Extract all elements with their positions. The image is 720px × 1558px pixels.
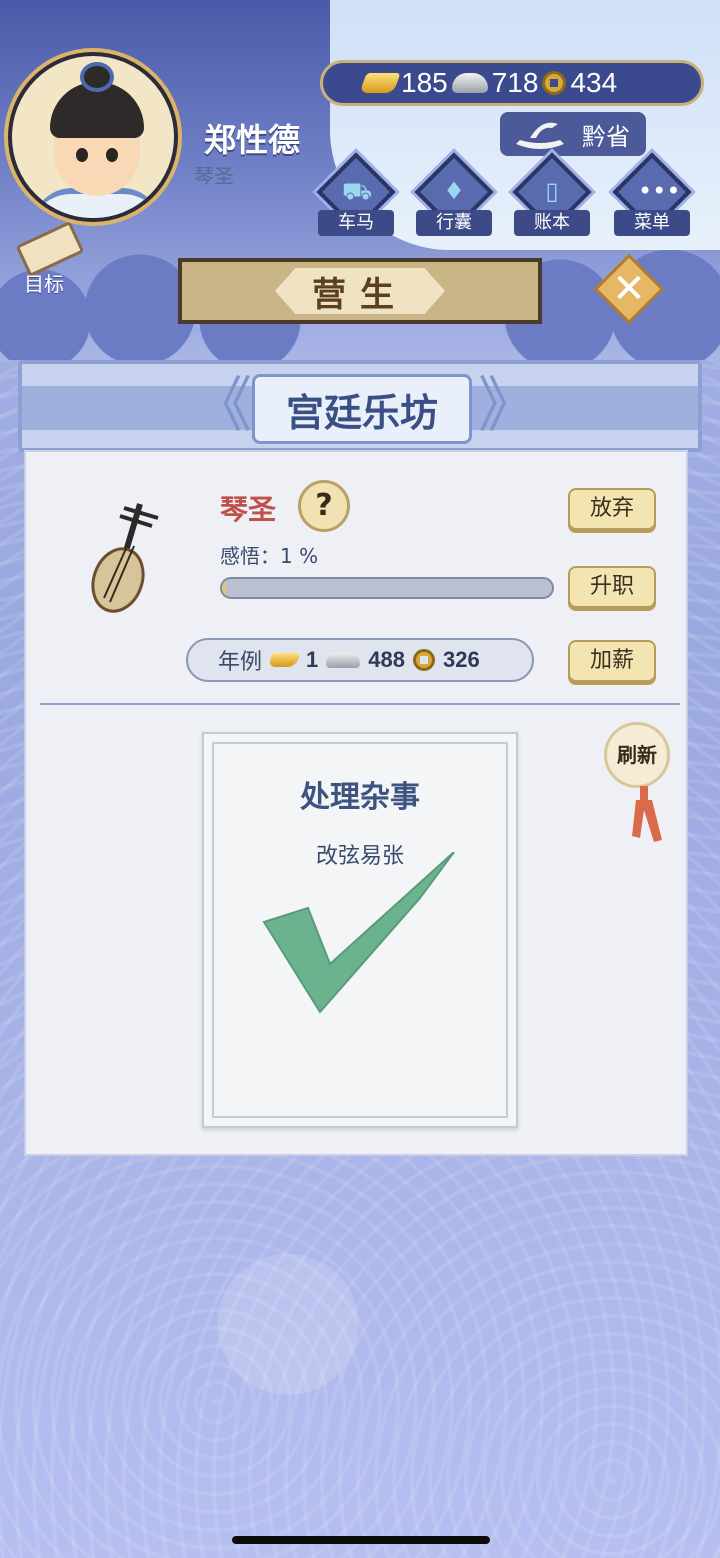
task-title: 处理杂事 xyxy=(300,780,420,815)
gold-ingot-icon xyxy=(359,73,401,93)
player-title: 琴圣 xyxy=(194,164,234,188)
coin-amount: 434 xyxy=(570,67,618,98)
refresh-button[interactable]: 刷新 xyxy=(604,722,670,788)
task-card[interactable]: 处理杂事 改弦易张 xyxy=(202,732,518,1128)
nav-carriage-label: 车马 xyxy=(318,210,394,236)
panel-title: 宫廷乐坊 xyxy=(252,374,472,444)
insight-progress-bar xyxy=(220,577,554,599)
location-label: 黔省 xyxy=(582,122,630,151)
salary-coin: 326 xyxy=(442,647,480,672)
location-button[interactable]: 黔省 xyxy=(500,112,646,156)
help-button[interactable]: ? xyxy=(298,480,350,532)
abandon-button[interactable]: 放弃 xyxy=(568,488,656,530)
nav-ledger-label: 账本 xyxy=(514,210,590,236)
tassel-icon xyxy=(632,786,662,842)
page-title-plaque: 营生 xyxy=(178,258,542,324)
silver-amount: 718 xyxy=(491,67,539,98)
insight-value: 1 % xyxy=(280,544,319,568)
home-indicator[interactable] xyxy=(232,1536,490,1544)
player-name: 郑性德 xyxy=(204,121,301,159)
nav-ledger[interactable]: ▯ 账本 xyxy=(512,152,592,240)
job-name: 琴圣 xyxy=(220,493,277,526)
chevron-right-icon: 》 xyxy=(478,371,538,441)
checkmark-icon xyxy=(262,852,455,1014)
carriage-icon: ⛟ xyxy=(342,177,373,205)
nav-bag-label: 行囊 xyxy=(416,210,492,236)
salary-gold: 1 xyxy=(306,647,319,672)
chevron-left-icon: 《 xyxy=(192,371,252,441)
copper-coin-icon xyxy=(542,71,567,95)
player-avatar[interactable] xyxy=(8,52,178,222)
insight-text: 感悟：1 % xyxy=(220,540,318,569)
insight-label: 感悟： xyxy=(220,544,280,568)
goal-button[interactable]: 目标 xyxy=(10,220,90,296)
avatar-bun xyxy=(80,62,114,92)
gold-amount: 185 xyxy=(401,67,448,98)
promote-button[interactable]: 升职 xyxy=(568,566,656,608)
bag-icon: ♦ xyxy=(443,177,465,205)
ledger-icon: ▯ xyxy=(545,177,559,205)
silver-ingot-icon xyxy=(451,73,488,93)
menu-icon: ••• xyxy=(638,177,681,205)
avatar-right-eye xyxy=(106,148,118,162)
silver-ingot-icon xyxy=(326,652,361,668)
gold-ingot-icon xyxy=(267,653,301,667)
gold-currency: 185 xyxy=(359,67,448,99)
nav-bag[interactable]: ♦ 行囊 xyxy=(414,152,494,240)
coin-currency: 434 xyxy=(542,67,617,99)
currency-bar: 185 718 434 xyxy=(320,60,704,106)
nav-menu[interactable]: ••• 菜单 xyxy=(612,152,692,240)
page-title: 营生 xyxy=(275,268,445,314)
silver-currency: 718 xyxy=(451,67,539,99)
divider xyxy=(40,703,680,705)
salary-label: 年例 xyxy=(218,650,263,675)
goal-label: 目标 xyxy=(24,272,64,296)
boat-icon xyxy=(516,122,564,149)
close-icon: ✕ xyxy=(612,266,646,312)
salary-silver: 488 xyxy=(368,647,405,672)
panel-header: 《 》 宫廷乐坊 xyxy=(18,360,702,452)
insight-progress-fill xyxy=(222,579,226,597)
nav-carriage[interactable]: ⛟ 车马 xyxy=(316,152,396,240)
pipa-icon xyxy=(91,503,159,613)
avatar-left-eye xyxy=(76,148,88,162)
annual-salary: 年例 1 488 326 xyxy=(186,638,534,682)
nav-menu-label: 菜单 xyxy=(614,210,690,236)
copper-coin-icon xyxy=(412,649,435,671)
raise-salary-button[interactable]: 加薪 xyxy=(568,640,656,682)
